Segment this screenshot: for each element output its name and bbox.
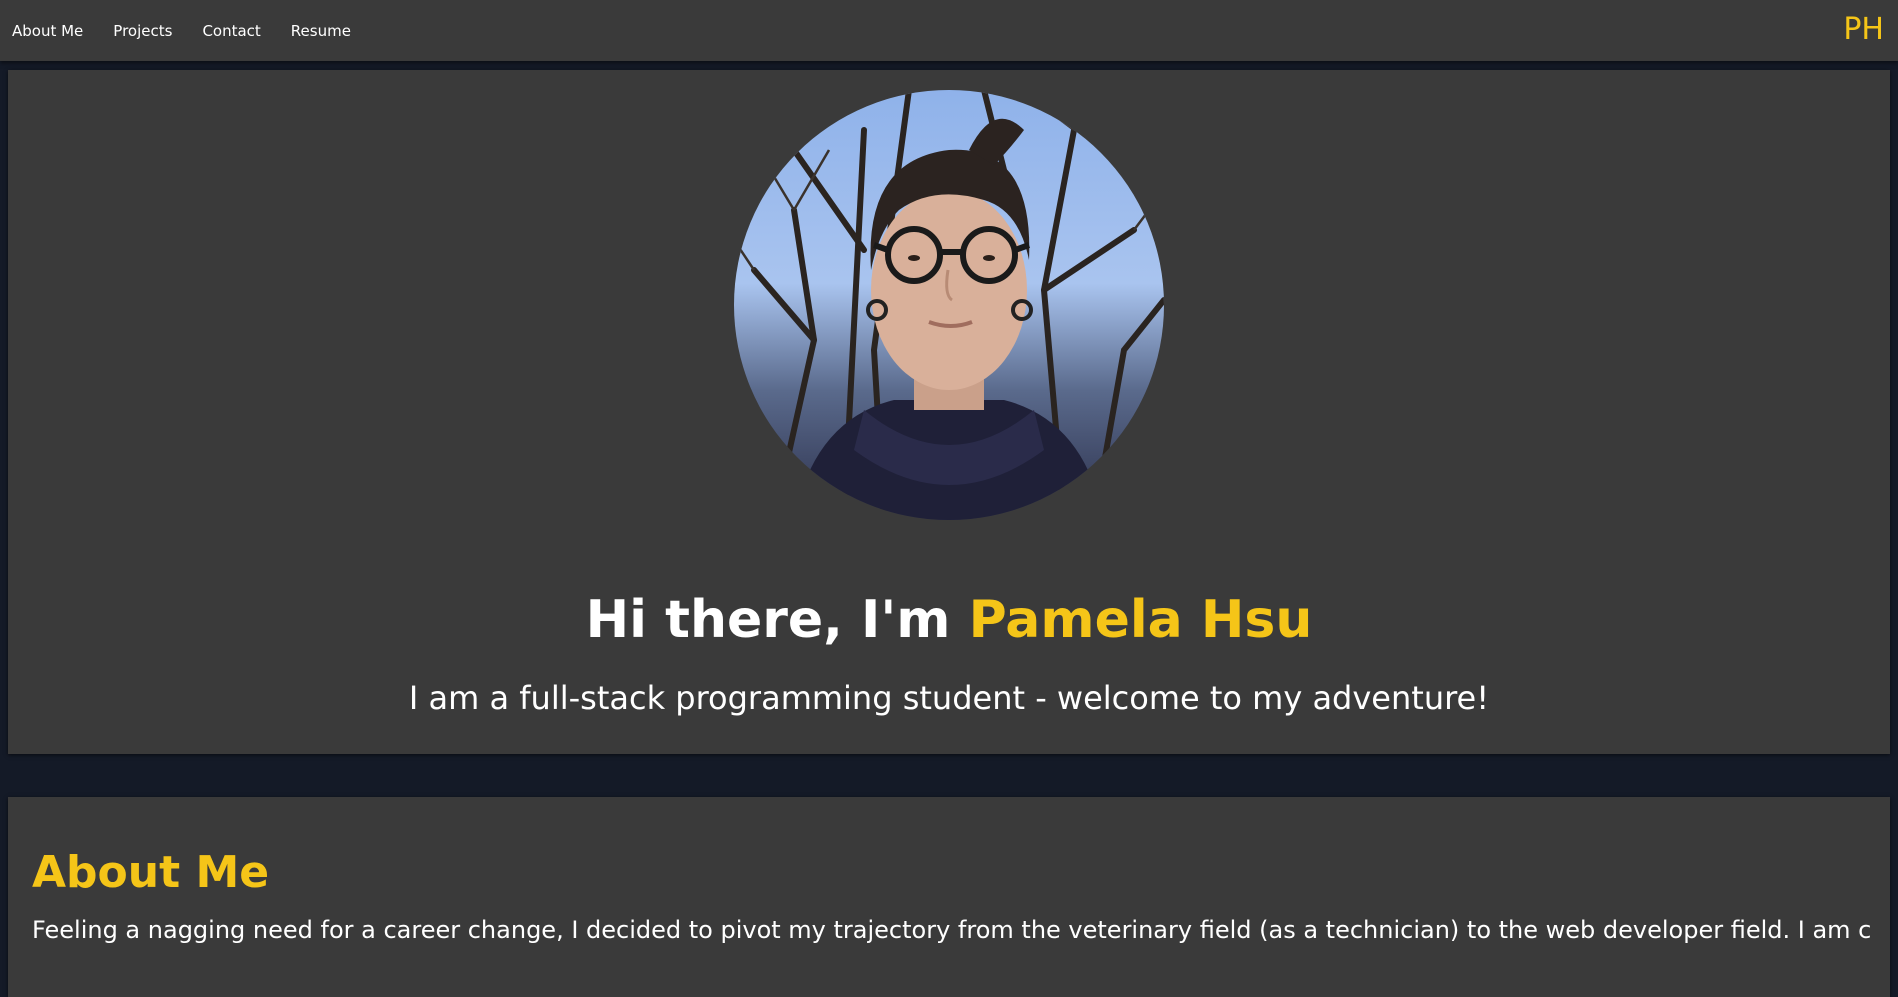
hero-name: Pamela Hsu — [968, 590, 1313, 650]
nav-link-about-me[interactable]: About Me — [12, 22, 83, 40]
about-section: About Me Feeling a nagging need for a ca… — [8, 797, 1890, 997]
brand-logo[interactable]: PH — [1843, 12, 1884, 48]
nav-link-projects[interactable]: Projects — [113, 22, 172, 40]
navbar: About Me Projects Contact Resume PH — [0, 0, 1898, 61]
profile-photo-illustration — [734, 90, 1164, 520]
nav-link-contact[interactable]: Contact — [202, 22, 260, 40]
hero-section: Hi there, I'm Pamela Hsu I am a full-sta… — [8, 70, 1890, 754]
hero-title: Hi there, I'm Pamela Hsu — [8, 590, 1890, 650]
nav-link-resume[interactable]: Resume — [291, 22, 351, 40]
nav-links: About Me Projects Contact Resume — [12, 0, 351, 61]
hero-greeting: Hi there, I'm — [585, 590, 969, 650]
profile-photo — [734, 90, 1164, 520]
hero-subtitle: I am a full-stack programming student - … — [408, 679, 1490, 717]
about-heading: About Me — [32, 847, 270, 898]
